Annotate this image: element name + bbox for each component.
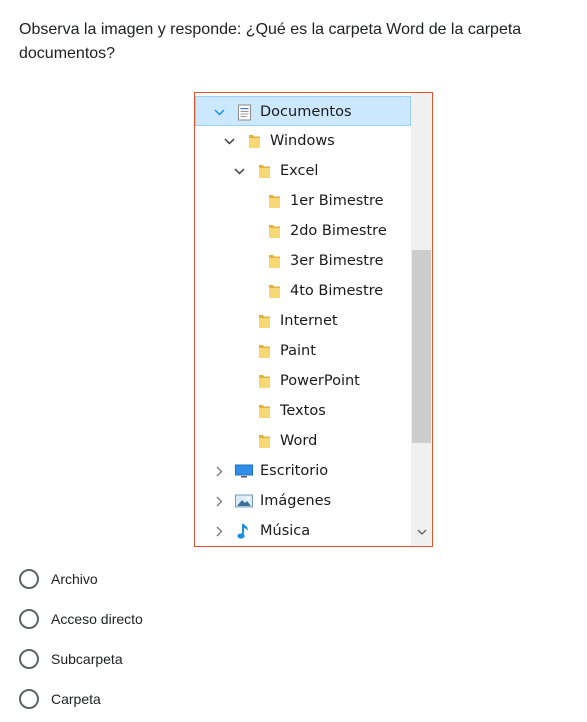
tree-item-windows[interactable]: Windows [195, 126, 411, 156]
tree-item-word[interactable]: Word [195, 426, 411, 456]
folder-icon [265, 246, 283, 276]
chevron-down-icon[interactable] [222, 126, 236, 156]
tree-item-paint[interactable]: Paint [195, 336, 411, 366]
pictures-icon [235, 486, 253, 516]
option-label: Acceso directo [51, 611, 143, 627]
scroll-down-arrow-icon[interactable] [411, 522, 432, 542]
tree-item-label: Internet [280, 313, 338, 329]
tree-item-1er-bimestre[interactable]: 1er Bimestre [195, 186, 411, 216]
radio-button[interactable] [19, 649, 39, 669]
tree-item-musica[interactable]: Música [195, 516, 411, 546]
tree-item-label: Excel [280, 163, 319, 179]
tree-item-internet[interactable]: Internet [195, 306, 411, 336]
option-label: Subcarpeta [51, 651, 123, 667]
folder-tree: Documentos Windows Excel 1er Bimestre 2do Bi… [195, 96, 411, 546]
folder-icon [255, 336, 273, 366]
tree-item-excel[interactable]: Excel [195, 156, 411, 186]
folder-tree-image: Documentos Windows Excel 1er Bimestre 2do Bi… [194, 92, 433, 547]
folder-icon [255, 426, 273, 456]
tree-item-label: PowerPoint [280, 373, 360, 389]
option-acceso-directo[interactable]: Acceso directo [19, 599, 319, 639]
tree-item-label: Documentos [260, 104, 352, 120]
tree-item-4to-bimestre[interactable]: 4to Bimestre [195, 276, 411, 306]
tree-item-label: Textos [280, 403, 326, 419]
desktop-icon [235, 456, 253, 486]
tree-item-imagenes[interactable]: Imágenes [195, 486, 411, 516]
tree-item-label: Windows [270, 133, 335, 149]
folder-icon [255, 396, 273, 426]
chevron-right-icon[interactable] [212, 486, 226, 516]
tree-item-label: Paint [280, 343, 316, 359]
tree-item-textos[interactable]: Textos [195, 396, 411, 426]
folder-icon [265, 276, 283, 306]
chevron-down-icon[interactable] [232, 156, 246, 186]
tree-item-label: Word [280, 433, 318, 449]
option-archivo[interactable]: Archivo [19, 559, 319, 599]
option-carpeta[interactable]: Carpeta [19, 679, 319, 719]
music-icon [235, 516, 253, 546]
tree-item-documentos[interactable]: Documentos [195, 96, 411, 126]
tree-item-escritorio[interactable]: Escritorio [195, 456, 411, 486]
folder-icon [245, 126, 263, 156]
chevron-right-icon[interactable] [212, 516, 226, 546]
tree-item-label: Imágenes [260, 493, 332, 509]
tree-item-label: 2do Bimestre [290, 223, 387, 239]
option-label: Archivo [51, 571, 98, 587]
tree-item-3er-bimestre[interactable]: 3er Bimestre [195, 246, 411, 276]
tree-item-label: Música [260, 523, 311, 539]
tree-item-label: 1er Bimestre [290, 193, 384, 209]
tree-item-powerpoint[interactable]: PowerPoint [195, 366, 411, 396]
option-subcarpeta[interactable]: Subcarpeta [19, 639, 319, 679]
tree-scrollbar[interactable] [411, 93, 432, 546]
scrollbar-thumb[interactable] [412, 250, 431, 443]
question-text: Observa la imagen y responde: ¿Qué es la… [19, 21, 522, 62]
chevron-right-icon[interactable] [212, 456, 226, 486]
radio-button[interactable] [19, 609, 39, 629]
tree-item-label: 3er Bimestre [290, 253, 384, 269]
answer-options: Archivo Acceso directo Subcarpeta Carpeta [19, 559, 319, 719]
tree-item-2do-bimestre[interactable]: 2do Bimestre [195, 216, 411, 246]
option-label: Carpeta [51, 691, 101, 707]
radio-button[interactable] [19, 689, 39, 709]
folder-icon [255, 366, 273, 396]
folder-icon [265, 216, 283, 246]
folder-icon [255, 306, 273, 336]
documents-library-icon [235, 97, 253, 127]
folder-icon [255, 156, 273, 186]
radio-button[interactable] [19, 569, 39, 589]
folder-icon [265, 186, 283, 216]
tree-item-label: Escritorio [260, 463, 329, 479]
chevron-down-icon[interactable] [212, 97, 226, 127]
tree-item-label: 4to Bimestre [290, 283, 384, 299]
